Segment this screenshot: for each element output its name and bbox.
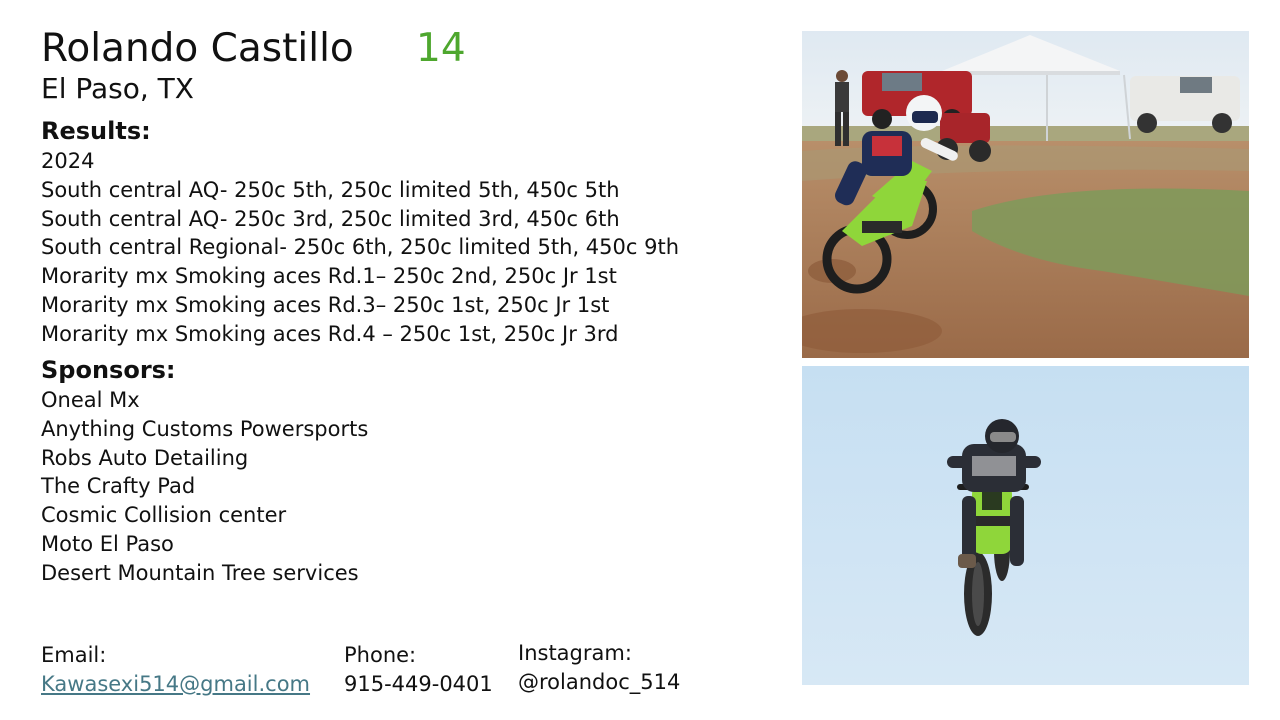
results-heading: Results:	[41, 117, 151, 145]
results-line: Morarity mx Smoking aces Rd.1– 250c 2nd,…	[41, 264, 617, 289]
sponsor-item: Desert Mountain Tree services	[41, 560, 359, 585]
rider-profile-slide: Rolando Castillo 14 El Paso, TX Results:…	[0, 0, 1280, 720]
phone-block: Phone: 915-449-0401	[344, 641, 493, 699]
sponsor-item: Robs Auto Detailing	[41, 445, 249, 470]
results-list: 2024 South central AQ- 250c 5th, 250c li…	[41, 147, 679, 349]
results-line: Morarity mx Smoking aces Rd.4 – 250c 1st…	[41, 321, 619, 346]
rider-number: 14	[416, 26, 466, 71]
sponsor-item: The Crafty Pad	[41, 474, 196, 499]
rider-location: El Paso, TX	[41, 72, 194, 105]
results-line: South central AQ- 250c 3rd, 250c limited…	[41, 206, 620, 231]
email-block: Email: Kawasexi514@gmail.com	[41, 641, 310, 699]
photo-rider-jumping	[802, 366, 1249, 685]
rider-name: Rolando Castillo	[41, 26, 354, 71]
photo-rider-cornering	[802, 31, 1249, 358]
instagram-label: Instagram:	[518, 641, 632, 665]
results-line: Morarity mx Smoking aces Rd.3– 250c 1st,…	[41, 292, 610, 317]
sponsor-item: Cosmic Collision center	[41, 503, 287, 528]
sponsors-list: Oneal Mx Anything Customs Powersports Ro…	[41, 386, 368, 588]
results-line: 2024	[41, 149, 95, 173]
sponsor-item: Oneal Mx	[41, 388, 140, 412]
phone-label: Phone:	[344, 643, 417, 667]
phone-number: 915-449-0401	[344, 672, 493, 696]
sponsor-item: Anything Customs Powersports	[41, 416, 369, 441]
instagram-block: Instagram: @rolandoc_514	[518, 639, 680, 697]
email-link[interactable]: Kawasexi514@gmail.com	[41, 670, 310, 699]
sponsors-heading: Sponsors:	[41, 356, 176, 384]
results-line: South central Regional- 250c 6th, 250c l…	[41, 235, 680, 260]
instagram-handle: @rolandoc_514	[518, 670, 681, 694]
sponsor-item: Moto El Paso	[41, 531, 174, 556]
email-label: Email:	[41, 643, 107, 667]
results-line: South central AQ- 250c 5th, 250c limited…	[41, 177, 620, 202]
